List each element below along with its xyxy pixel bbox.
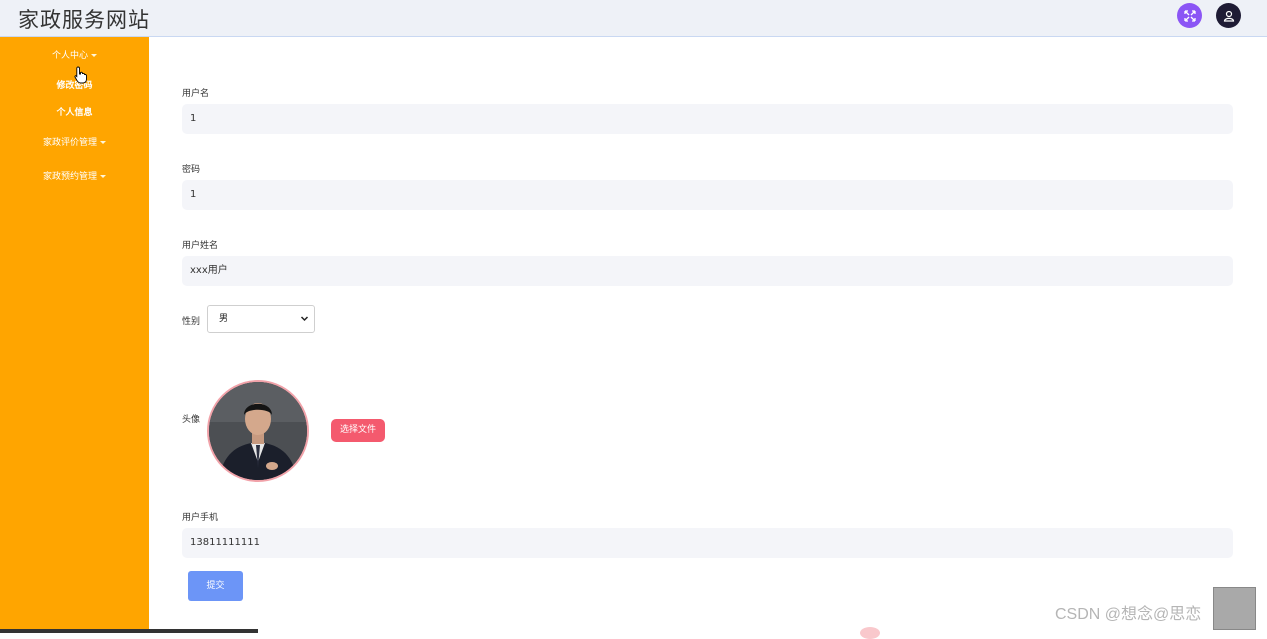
choose-file-button[interactable]: 选择文件 [331, 419, 385, 442]
sidebar-item-label: 个人中心 [51, 51, 88, 61]
expand-button[interactable] [1177, 3, 1202, 28]
watermark: CSDN @想念@思恋 [1055, 606, 1202, 623]
sidebar-item-personal-info[interactable]: 个人信息 [0, 105, 149, 118]
sidebar-item-label: 家政评价管理 [42, 138, 97, 148]
gender-selected-value: 男 [219, 314, 229, 324]
caret-down-icon [100, 175, 106, 178]
bottom-scrollbar[interactable] [0, 629, 258, 633]
expand-icon [1183, 9, 1196, 22]
realname-label: 用户姓名 [182, 241, 219, 251]
avatar-photo [209, 382, 307, 480]
sidebar-item-label: 家政预约管理 [42, 172, 97, 182]
caret-down-icon [91, 54, 97, 57]
username-label: 用户名 [182, 89, 210, 99]
sidebar-item-personal-center[interactable]: 个人中心 [0, 48, 149, 61]
user-button[interactable] [1216, 3, 1241, 28]
realname-field[interactable]: xxx用户 [182, 256, 1233, 286]
username-field[interactable]: 1 [182, 104, 1233, 134]
avatar [207, 380, 309, 482]
phone-field[interactable]: 13811111111 [182, 528, 1233, 558]
password-field[interactable]: 1 [182, 180, 1233, 210]
caret-down-icon [100, 141, 106, 144]
sidebar-item-review-management[interactable]: 家政评价管理 [0, 135, 149, 148]
sidebar [0, 37, 149, 633]
gender-label: 性别 [182, 317, 201, 327]
gender-select[interactable]: 男 [207, 305, 315, 333]
decorative-dot [860, 627, 880, 639]
password-label: 密码 [182, 165, 201, 175]
avatar-label: 头像 [182, 415, 201, 425]
submit-button[interactable]: 提交 [188, 571, 243, 601]
user-icon [1223, 10, 1234, 22]
top-bar: 家政服务网站 [0, 0, 1267, 37]
corner-thumbnail [1213, 587, 1256, 630]
sidebar-item-booking-management[interactable]: 家政预约管理 [0, 169, 149, 182]
site-title: 家政服务网站 [18, 8, 150, 32]
hand-cursor-icon [74, 66, 87, 84]
chevron-down-icon [300, 316, 309, 322]
sidebar-item-label: 个人信息 [56, 108, 93, 118]
phone-label: 用户手机 [182, 513, 219, 523]
